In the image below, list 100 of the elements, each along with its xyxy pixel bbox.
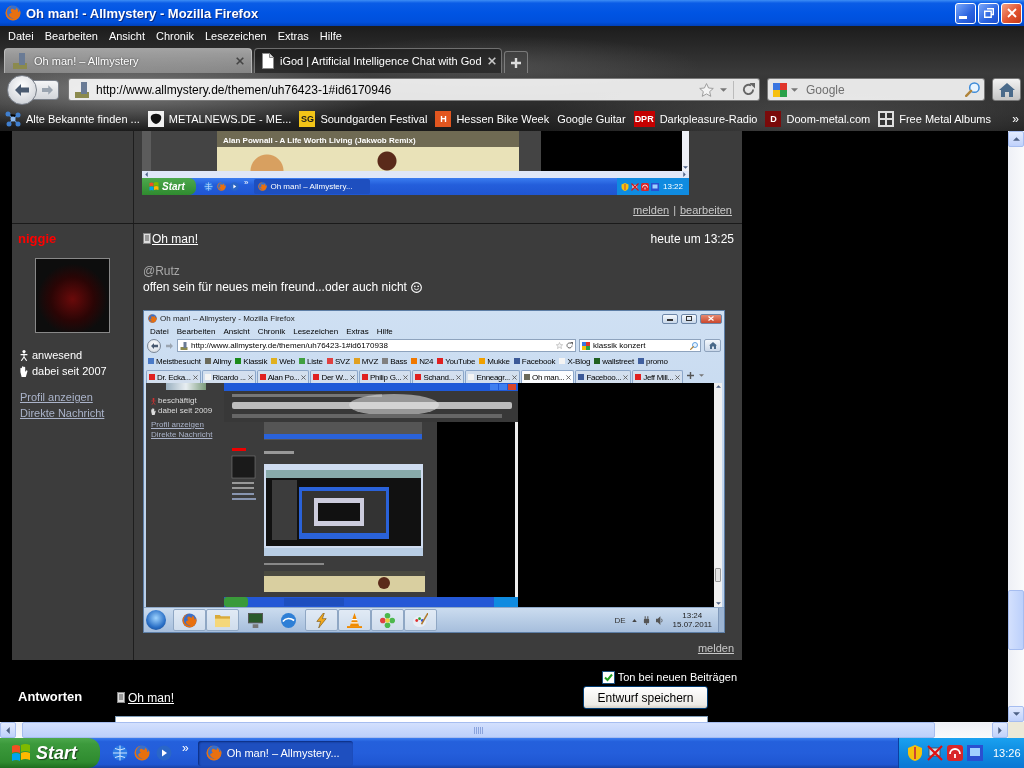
- save-draft-button[interactable]: Entwurf speichern: [583, 686, 708, 709]
- taskbar-button[interactable]: [371, 609, 404, 631]
- scroll-up-button[interactable]: [1008, 131, 1024, 147]
- horizontal-scrollbar[interactable]: [142, 171, 689, 178]
- umbrella-icon[interactable]: [641, 182, 649, 191]
- close-icon[interactable]: [247, 374, 253, 380]
- tab[interactable]: Alan Po...: [256, 370, 310, 383]
- close-icon[interactable]: [623, 374, 629, 380]
- crossed-computer-icon[interactable]: [631, 182, 639, 191]
- menu-item[interactable]: Lesezeichen: [199, 30, 272, 42]
- close-icon[interactable]: [566, 374, 572, 380]
- address-field[interactable]: http://www.allmystery.de/themen/uh76423-1#id6170938: [177, 339, 576, 352]
- language-indicator[interactable]: DE: [614, 615, 626, 625]
- caret-icon[interactable]: [791, 87, 798, 92]
- bookmark[interactable]: YouTube: [437, 356, 476, 366]
- scroll-left-button[interactable]: [0, 722, 16, 738]
- search-field[interactable]: klassik konzert: [579, 339, 701, 352]
- star-icon[interactable]: [556, 342, 563, 349]
- menu-item[interactable]: Ansicht: [223, 327, 250, 336]
- action-link[interactable]: melden: [633, 204, 670, 216]
- close-icon[interactable]: [456, 374, 462, 380]
- search-icon[interactable]: [690, 341, 698, 350]
- menu-item[interactable]: Ansicht: [103, 30, 150, 42]
- plug-icon[interactable]: [642, 615, 650, 625]
- vertical-scrollbar[interactable]: [714, 383, 722, 607]
- bookmark[interactable]: promo: [638, 356, 668, 366]
- tab[interactable]: Dr. Ecka...: [146, 370, 201, 383]
- taskbar-button[interactable]: Oh man! – Allmystery...: [254, 179, 371, 194]
- close-icon[interactable]: [675, 374, 681, 380]
- home-button[interactable]: [704, 339, 721, 352]
- menu-item[interactable]: Hilfe: [314, 30, 347, 42]
- menu-item[interactable]: Datei: [3, 30, 39, 42]
- scroll-down-button[interactable]: [1008, 706, 1024, 722]
- menu-item[interactable]: Extras: [272, 30, 314, 42]
- star-icon[interactable]: [699, 82, 714, 97]
- globe-icon[interactable]: [204, 182, 213, 191]
- umbrella-icon[interactable]: [947, 745, 963, 761]
- close-button[interactable]: [700, 313, 722, 324]
- shield-icon[interactable]: [907, 745, 923, 761]
- menu-item[interactable]: Hilfe: [376, 327, 393, 336]
- bookmark[interactable]: Liste: [298, 356, 323, 366]
- reply-title-link[interactable]: Oh man!: [128, 690, 175, 705]
- tab[interactable]: Philip G...: [359, 370, 412, 383]
- start-button[interactable]: Start: [142, 178, 196, 195]
- up-caret-icon[interactable]: [631, 618, 637, 622]
- clock-date[interactable]: 15.07.2011: [672, 620, 712, 629]
- more-icons-button[interactable]: »: [182, 741, 189, 755]
- bookmark[interactable]: N24: [411, 356, 434, 366]
- close-icon[interactable]: [192, 374, 198, 380]
- crossed-computer-icon[interactable]: [927, 745, 943, 761]
- taskbar-button[interactable]: [404, 609, 437, 631]
- address-field[interactable]: http://www.allmystery.de/themen/uh76423-1#id6170946: [68, 78, 760, 101]
- play-icon[interactable]: [156, 745, 172, 761]
- restore-button[interactable]: [978, 2, 999, 24]
- bookmark[interactable]: H Hessen Bike Week: [435, 110, 550, 127]
- google-icon[interactable]: [773, 82, 787, 97]
- tab[interactable]: Ricardo ...: [201, 370, 256, 383]
- tab[interactable]: Oh man...: [520, 370, 575, 383]
- search-icon[interactable]: [965, 82, 980, 97]
- bookmark[interactable]: Google Guitar: [557, 112, 626, 125]
- bookmark[interactable]: MVZ: [353, 356, 379, 366]
- profile-link[interactable]: Direkte Nachricht: [151, 430, 213, 440]
- monitor-icon[interactable]: [967, 745, 983, 761]
- monitor-icon[interactable]: [651, 182, 659, 191]
- start-orb-icon[interactable]: [146, 610, 166, 630]
- scroll-right-button[interactable]: [992, 722, 1008, 738]
- minimize-button[interactable]: [662, 313, 678, 324]
- tab[interactable]: Faceboo...: [575, 370, 632, 383]
- search-field[interactable]: Google: [767, 78, 985, 101]
- scroll-thumb[interactable]: [715, 568, 721, 582]
- checkbox[interactable]: [601, 670, 615, 684]
- menu-item[interactable]: Chronik: [151, 30, 199, 42]
- clock-time[interactable]: 13:24: [682, 611, 703, 620]
- action-link[interactable]: bearbeiten: [680, 204, 732, 216]
- menu-item[interactable]: Bearbeiten: [39, 30, 103, 42]
- vertical-scrollbar[interactable]: [682, 131, 689, 171]
- profile-link[interactable]: Direkte Nachricht: [20, 405, 105, 421]
- taskbar-button[interactable]: [173, 609, 206, 631]
- close-icon[interactable]: [403, 374, 409, 380]
- taskbar-button[interactable]: [305, 609, 338, 631]
- bookmark[interactable]: Web: [271, 356, 295, 366]
- new-tab-button[interactable]: [504, 51, 528, 73]
- back-button[interactable]: [7, 74, 37, 105]
- vertical-scrollbar[interactable]: [1008, 131, 1024, 722]
- menu-item[interactable]: Datei: [150, 327, 169, 336]
- bookmark[interactable]: Alte Bekannte finden ...: [5, 110, 140, 127]
- post-title-link[interactable]: Oh man!: [152, 231, 199, 246]
- bookmark[interactable]: Klassik: [235, 356, 268, 366]
- bookmark[interactable]: METALNEWS.DE - ME...: [147, 110, 292, 127]
- caret-icon[interactable]: [699, 374, 705, 377]
- tab[interactable]: iGod | Artificial Intelligence Chat with God: [254, 48, 502, 73]
- bookmark[interactable]: Bass: [382, 356, 408, 366]
- bookmark[interactable]: Meistbesucht: [148, 356, 201, 366]
- bookmark[interactable]: wallstreet: [594, 356, 634, 366]
- maximize-button[interactable]: [681, 313, 697, 324]
- close-icon[interactable]: [511, 374, 517, 380]
- bookmark[interactable]: X-Blog: [559, 356, 591, 366]
- reply-text-field[interactable]: [115, 716, 708, 722]
- tab[interactable]: Jeff Mill...: [632, 370, 684, 383]
- bookmark[interactable]: Facebook: [513, 356, 556, 366]
